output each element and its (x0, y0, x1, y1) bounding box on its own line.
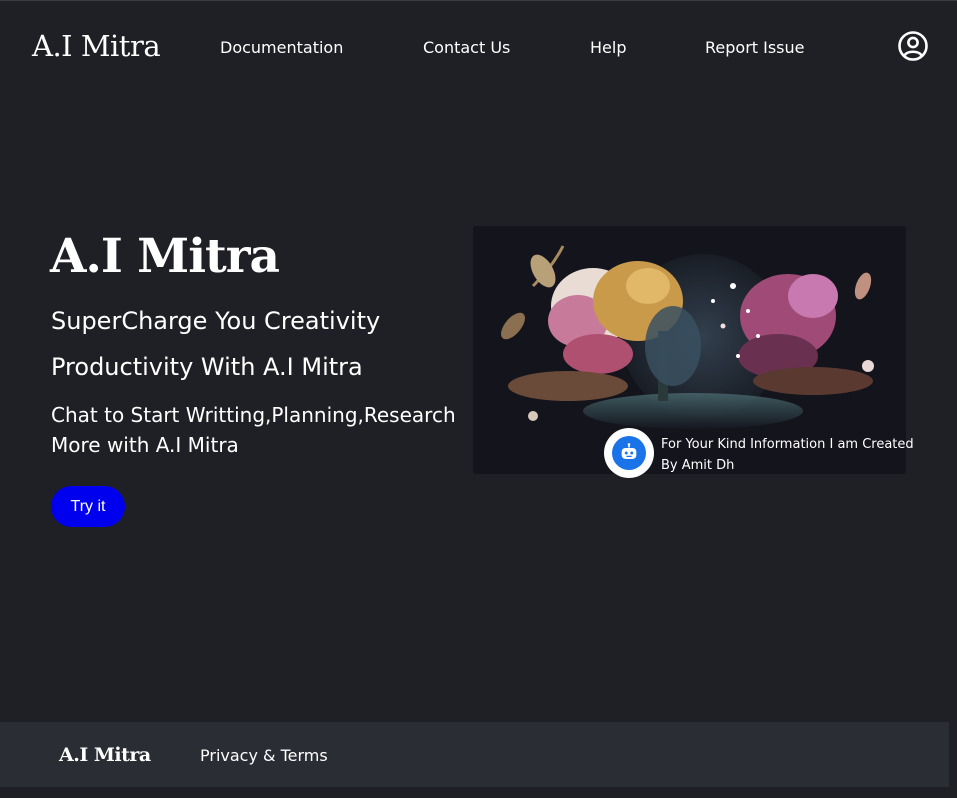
nav-link-documentation[interactable]: Documentation (220, 38, 343, 57)
bot-note-line1: For Your Kind Information I am Created (661, 437, 914, 452)
bot-note-line2: By Amit Dh (661, 458, 735, 473)
privacy-terms-link[interactable]: Privacy & Terms (200, 746, 328, 765)
footer: A.I Mitra Privacy & Terms (0, 722, 949, 787)
footer-logo[interactable]: A.I Mitra (59, 744, 151, 766)
nav-link-help[interactable]: Help (590, 38, 626, 57)
try-it-button[interactable]: Try it (51, 486, 125, 527)
bot-avatar (604, 428, 654, 478)
hero-tagline-line1: SuperCharge You Creativity (51, 307, 381, 335)
hero-description-line1: Chat to Start Writting,Planning,Research (51, 403, 456, 427)
hero-description-line2: More with A.I Mitra (51, 433, 239, 457)
top-nav: A.I Mitra Documentation Contact Us Help … (0, 1, 957, 91)
nav-logo[interactable]: A.I Mitra (32, 29, 161, 63)
robot-icon (612, 436, 646, 470)
nav-link-report-issue[interactable]: Report Issue (705, 38, 805, 57)
hero-title: A.I Mitra (50, 229, 280, 284)
hero-tagline-line2: Productivity With A.I Mitra (51, 353, 363, 381)
nav-link-contact-us[interactable]: Contact Us (423, 38, 510, 57)
user-circle-icon[interactable] (897, 30, 929, 62)
page: A.I Mitra Documentation Contact Us Help … (0, 0, 957, 798)
